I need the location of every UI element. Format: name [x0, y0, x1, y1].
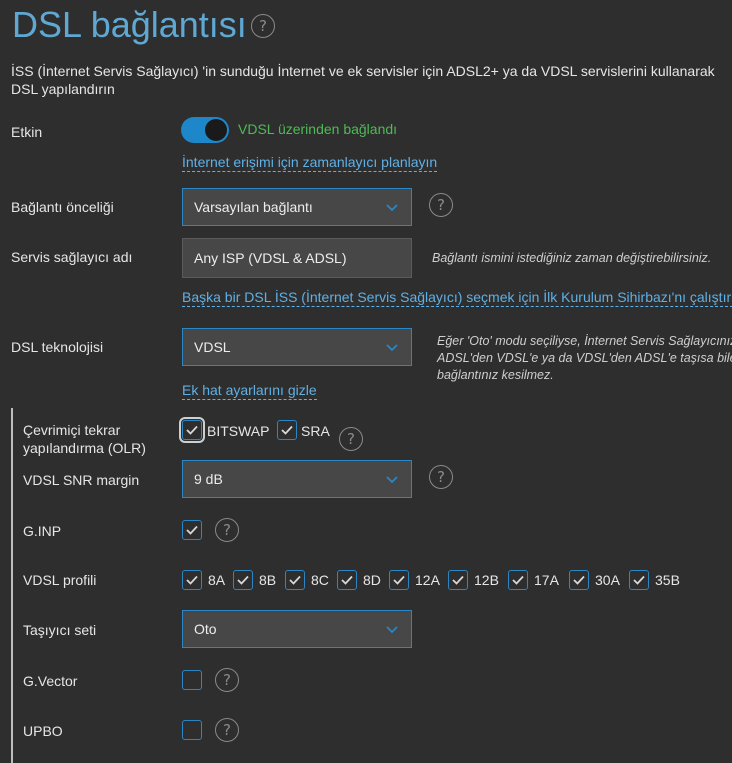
technology-hint-line: Eğer 'Oto' modu seçiliyse, İnternet Serv…	[437, 334, 732, 348]
upbo-checkbox[interactable]	[182, 720, 202, 740]
upbo-help-icon[interactable]: ?	[215, 718, 239, 742]
chevron-down-icon	[386, 344, 398, 352]
chevron-down-icon	[386, 204, 398, 212]
technology-hint-line: bağlantınız kesilmez.	[437, 368, 554, 382]
profile-label: 12A	[415, 572, 440, 588]
olr-label-line: yapılandırma (OLR)	[23, 440, 146, 456]
technology-value: VDSL	[194, 339, 231, 355]
hide-advanced-link[interactable]: Ek hat ayarlarını gizle	[182, 382, 317, 400]
bitswap-label: BITSWAP	[207, 423, 270, 439]
provider-hint: Bağlantı ismini istediğiniz zaman değişt…	[432, 251, 712, 265]
wizard-link[interactable]: Başka bir DSL İSS (İnternet Servis Sağla…	[182, 289, 732, 307]
priority-label: Bağlantı önceliği	[11, 199, 114, 215]
profile-checkbox-35b[interactable]	[629, 570, 649, 590]
ginp-checkbox[interactable]	[182, 520, 202, 540]
profile-checkbox-17a[interactable]	[508, 570, 528, 590]
profile-checkbox-12a[interactable]	[389, 570, 409, 590]
checkmark-icon	[289, 575, 301, 585]
olr-label: Çevrimiçi tekrar yapılandırma (OLR)	[23, 421, 146, 457]
ginp-help-icon[interactable]: ?	[215, 518, 239, 542]
gvector-label: G.Vector	[23, 673, 78, 689]
technology-select[interactable]: VDSL	[182, 328, 412, 366]
profile-label: 8C	[311, 572, 329, 588]
toggle-knob	[205, 119, 227, 141]
checkmark-icon	[573, 575, 585, 585]
gvector-checkbox[interactable]	[182, 670, 202, 690]
technology-hint-line: ADSL'den VDSL'e ya da VDSL'den ADSL'e ta…	[437, 351, 732, 365]
profile-checkbox-8b[interactable]	[233, 570, 253, 590]
profile-label: 12B	[474, 572, 499, 588]
carrier-label: Taşıyıcı seti	[23, 622, 97, 638]
bitswap-checkbox[interactable]	[179, 417, 205, 443]
upbo-label: UPBO	[23, 723, 63, 739]
enabled-toggle[interactable]	[181, 117, 229, 143]
provider-input[interactable]: Any ISP (VDSL & ADSL)	[182, 238, 412, 278]
provider-label: Servis sağlayıcı adı	[11, 249, 133, 265]
profile-label: 17A	[534, 572, 559, 588]
carrier-select[interactable]: Oto	[182, 610, 412, 648]
profile-label: 8D	[363, 572, 381, 588]
page-title-text: DSL bağlantısı	[12, 4, 247, 45]
olr-help-icon[interactable]: ?	[339, 427, 363, 451]
gvector-help-icon[interactable]: ?	[215, 668, 239, 692]
page-title: DSL bağlantısı	[12, 4, 247, 46]
snr-select[interactable]: 9 dB	[182, 460, 412, 498]
checkmark-icon	[393, 575, 405, 585]
technology-hint: Eğer 'Oto' modu seçiliyse, İnternet Serv…	[437, 333, 732, 384]
provider-value: Any ISP (VDSL & ADSL)	[194, 250, 347, 266]
chevron-down-icon	[386, 626, 398, 634]
olr-label-line: Çevrimiçi tekrar	[23, 422, 121, 438]
page-description: İSS (İnternet Servis Sağlayıcı) 'in sund…	[11, 63, 715, 97]
enabled-label: Etkin	[11, 124, 43, 140]
profile-label: 35B	[655, 572, 680, 588]
checkmark-icon	[512, 575, 524, 585]
scheduler-link[interactable]: İnternet erişimi için zamanlayıcı planla…	[182, 154, 438, 172]
ginp-label: G.INP	[23, 523, 62, 539]
checkmark-icon	[186, 425, 198, 435]
snr-help-icon[interactable]: ?	[429, 465, 453, 489]
checkmark-icon	[633, 575, 645, 585]
carrier-value: Oto	[194, 621, 217, 637]
profile-checkbox-8d[interactable]	[337, 570, 357, 590]
sra-checkbox[interactable]	[277, 420, 297, 440]
checkmark-icon	[186, 525, 198, 535]
profile-checkbox-30a[interactable]	[569, 570, 589, 590]
connection-status: VDSL üzerinden bağlandı	[238, 121, 398, 137]
snr-value: 9 dB	[194, 471, 223, 487]
profile-checkbox-8c[interactable]	[285, 570, 305, 590]
checkmark-icon	[341, 575, 353, 585]
profile-label: 8A	[208, 572, 226, 588]
profile-label: 8B	[259, 572, 277, 588]
title-help-icon[interactable]: ?	[251, 14, 275, 38]
checkmark-icon	[186, 575, 198, 585]
snr-label: VDSL SNR margin	[23, 472, 140, 488]
priority-select[interactable]: Varsayılan bağlantı	[182, 188, 412, 226]
priority-value: Varsayılan bağlantı	[194, 199, 313, 215]
advanced-group-bar	[11, 408, 13, 763]
checkmark-icon	[237, 575, 249, 585]
sra-label: SRA	[301, 423, 330, 439]
priority-help-icon[interactable]: ?	[429, 193, 453, 217]
profile-label: 30A	[595, 572, 620, 588]
checkmark-icon	[281, 425, 293, 435]
profile-checkbox-12b[interactable]	[448, 570, 468, 590]
chevron-down-icon	[386, 476, 398, 484]
technology-label: DSL teknolojisi	[11, 339, 104, 355]
profiles-label: VDSL profili	[23, 572, 97, 588]
checkmark-icon	[452, 575, 464, 585]
profile-checkbox-8a[interactable]	[182, 570, 202, 590]
profiles-group: 8A 8B 8C 8D 12A 12B 17A 30A 35B	[182, 570, 702, 592]
